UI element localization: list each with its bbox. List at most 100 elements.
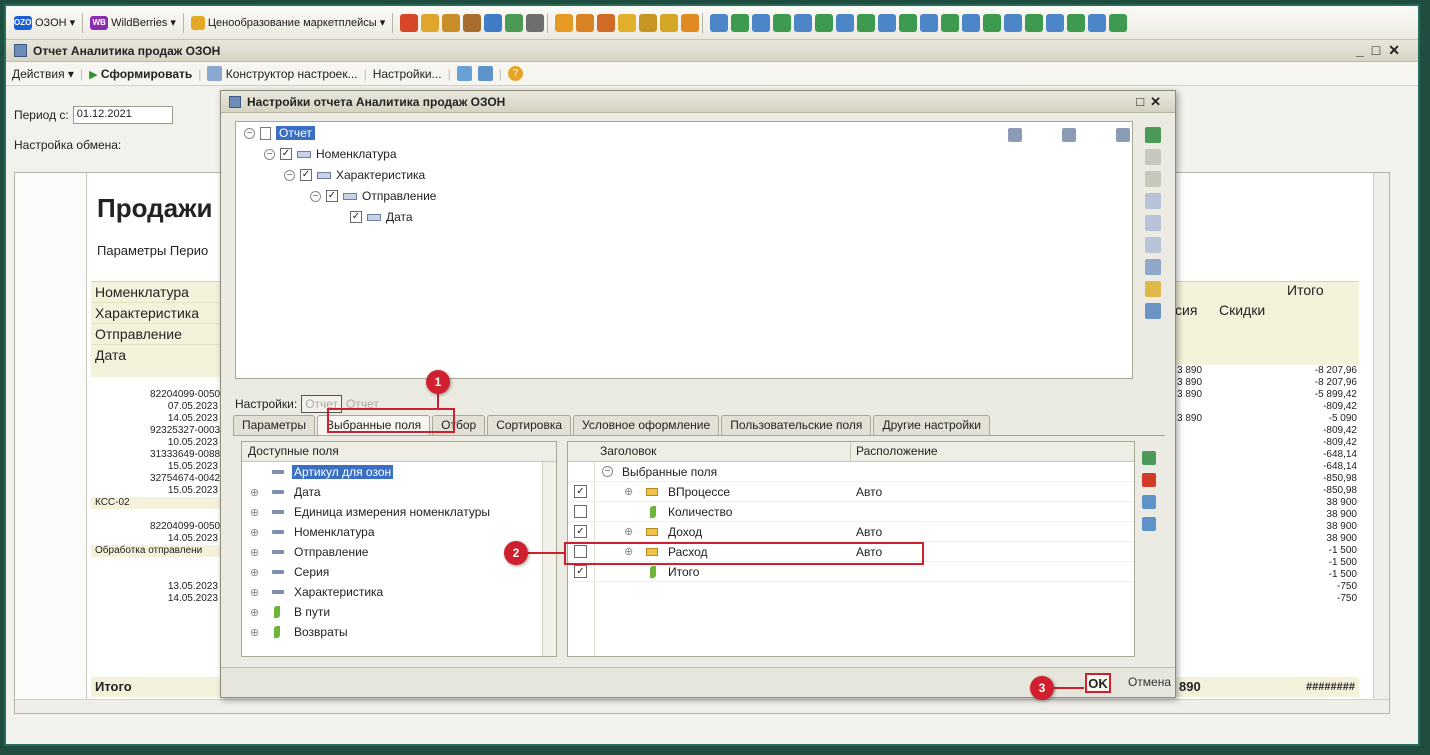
tree-node-checkbox[interactable]: ✓ — [300, 169, 312, 181]
add-field-icon[interactable] — [1142, 451, 1156, 465]
report-row-label[interactable]: 31333649-0088-1 — [91, 449, 231, 461]
selected-field-placement[interactable]: Авто — [856, 485, 882, 499]
tab-parameters[interactable]: Параметры — [233, 415, 315, 435]
report-row-label[interactable]: 14.05.2023 3: — [91, 533, 231, 545]
help-icon[interactable]: ? — [507, 66, 523, 81]
change-icon[interactable] — [1145, 193, 1161, 209]
transfer-icon[interactable] — [1046, 13, 1065, 32]
tab-conditional-format[interactable]: Условное оформление — [573, 415, 720, 435]
report-row-label[interactable]: 14.05.2023 3: — [91, 593, 231, 605]
settings-button[interactable]: Настройки... — [373, 67, 442, 81]
transfer-icon[interactable] — [1088, 13, 1107, 32]
report-row-label[interactable] — [91, 365, 231, 377]
transfer-icon[interactable] — [878, 13, 897, 32]
report-value-row[interactable]: -1 500 — [1175, 569, 1359, 581]
transfer-icon[interactable] — [1067, 13, 1086, 32]
report-value-row[interactable]: -850,98 — [1175, 485, 1359, 497]
report-icon[interactable] — [463, 13, 482, 32]
report-row-label[interactable]: 15.05.2023 3: — [91, 485, 231, 497]
tree-node-nomenclature[interactable]: − ✓ Номенклатура — [264, 145, 397, 163]
available-field-item[interactable]: ⊕ Единица измерения номенклатуры — [242, 502, 556, 522]
report-value-row[interactable]: 38 900 — [1175, 509, 1359, 521]
move-up-icon[interactable] — [1145, 215, 1161, 231]
report-row-label[interactable]: 82204099-0050-1 — [91, 521, 231, 533]
transfer-icon[interactable] — [1025, 13, 1044, 32]
report-icon[interactable] — [442, 13, 461, 32]
expand-icon[interactable]: ⊕ — [624, 525, 633, 538]
transfer-icon[interactable] — [941, 13, 960, 32]
report-value-row[interactable]: -1 500 — [1175, 545, 1359, 557]
selected-field-row[interactable]: ✓ Итого — [568, 562, 1134, 582]
grouping-gutter[interactable] — [15, 173, 87, 713]
transfer-icon[interactable] — [1004, 13, 1023, 32]
actions-menu-button[interactable]: Действия ▾ — [12, 67, 74, 81]
minimize-icon[interactable]: _ — [1356, 42, 1372, 58]
selected-field-row[interactable]: ✓ ⊕ Доход Авто — [568, 522, 1134, 542]
tree-node-root[interactable]: − Отчет — [244, 124, 315, 142]
transfer-icon[interactable] — [815, 13, 834, 32]
field-checkbox[interactable]: ✓ — [574, 525, 587, 538]
close-icon[interactable]: ✕ — [1388, 42, 1408, 58]
report-row-label[interactable]: Обработка отправлени — [91, 545, 231, 557]
report-value-row[interactable]: 38 900 — [1175, 521, 1359, 533]
ozon-menu-button[interactable]: OZON ОЗОН ▾ — [10, 11, 79, 35]
available-field-item[interactable]: ⊕ Номенклатура — [242, 522, 556, 542]
expand-icon[interactable]: ⊕ — [250, 606, 259, 619]
move-down-icon[interactable] — [1145, 237, 1161, 253]
add-group-icon[interactable] — [1145, 127, 1161, 143]
tree-node-characteristic[interactable]: − ✓ Характеристика — [284, 166, 425, 184]
report-value-row[interactable]: -750 — [1175, 581, 1359, 593]
group-icon[interactable] — [1145, 259, 1161, 275]
tab-sorting[interactable]: Сортировка — [487, 415, 572, 435]
catalog-icon[interactable] — [597, 13, 616, 32]
tree-node-checkbox[interactable]: ✓ — [350, 211, 362, 223]
report-row-label[interactable]: 15.05.2023 3: — [91, 461, 231, 473]
expand-icon[interactable]: ⊕ — [250, 526, 259, 539]
transfer-icon[interactable] — [773, 13, 792, 32]
report-value-row[interactable]: 3 890 -5 899,42 — [1175, 389, 1359, 401]
save-settings-icon[interactable] — [456, 66, 472, 81]
available-field-item[interactable]: ⊕ Дата — [242, 482, 556, 502]
available-field-item[interactable]: ⊕ Характеристика — [242, 582, 556, 602]
report-value-row[interactable]: -648,14 — [1175, 449, 1359, 461]
report-row-label[interactable]: 82204099-0050-1 — [91, 389, 231, 401]
collapse-icon[interactable]: − — [244, 127, 255, 139]
expand-icon[interactable]: ⊕ — [250, 486, 259, 499]
maximize-icon[interactable]: □ — [1372, 42, 1388, 58]
delete-icon[interactable] — [1145, 171, 1161, 187]
document-icon[interactable] — [400, 13, 419, 32]
report-value-row[interactable]: 38 900 — [1175, 533, 1359, 545]
delete-field-icon[interactable] — [1142, 473, 1156, 487]
grouping-detail-icon[interactable] — [1062, 128, 1076, 142]
settings-builder-button[interactable]: Конструктор настроек... — [207, 66, 358, 81]
available-fields-scrollbar[interactable] — [542, 462, 556, 656]
report-value-row[interactable]: -809,42 — [1175, 437, 1359, 449]
collapse-icon[interactable]: − — [602, 466, 613, 477]
transfer-icon[interactable] — [836, 13, 855, 32]
table-icon[interactable] — [505, 13, 524, 32]
tree-node-date[interactable]: ✓ Дата — [350, 208, 413, 226]
field-checkbox[interactable]: ✓ — [574, 485, 587, 498]
ok-button[interactable]: OK — [1085, 673, 1111, 693]
catalog-icon[interactable] — [639, 13, 658, 32]
move-up-icon[interactable] — [1142, 495, 1156, 509]
run-report-button[interactable]: ▶ Сформировать — [89, 67, 192, 81]
catalog-icon[interactable] — [660, 13, 679, 32]
available-field-item[interactable]: ⊕ Серия — [242, 562, 556, 582]
selected-field-placement[interactable]: Авто — [856, 525, 882, 539]
maximize-icon[interactable]: □ — [1136, 94, 1150, 109]
selected-field-row[interactable]: Количество — [568, 502, 1134, 522]
report-row-label[interactable] — [91, 377, 231, 389]
users-icon[interactable] — [484, 13, 503, 32]
vertical-scrollbar[interactable] — [1373, 173, 1389, 713]
cancel-button[interactable]: Отмена — [1128, 675, 1171, 689]
field-checkbox[interactable]: ✓ — [574, 565, 587, 578]
transfer-icon[interactable] — [857, 13, 876, 32]
transfer-icon[interactable] — [710, 13, 729, 32]
report-row-label[interactable] — [91, 509, 231, 521]
transfer-icon[interactable] — [752, 13, 771, 32]
expand-icon[interactable]: ⊕ — [250, 566, 259, 579]
transfer-icon[interactable] — [962, 13, 981, 32]
period-start-input[interactable]: 01.12.2021 — [72, 106, 173, 124]
report-row-label[interactable]: КСС-02 — [91, 497, 231, 509]
